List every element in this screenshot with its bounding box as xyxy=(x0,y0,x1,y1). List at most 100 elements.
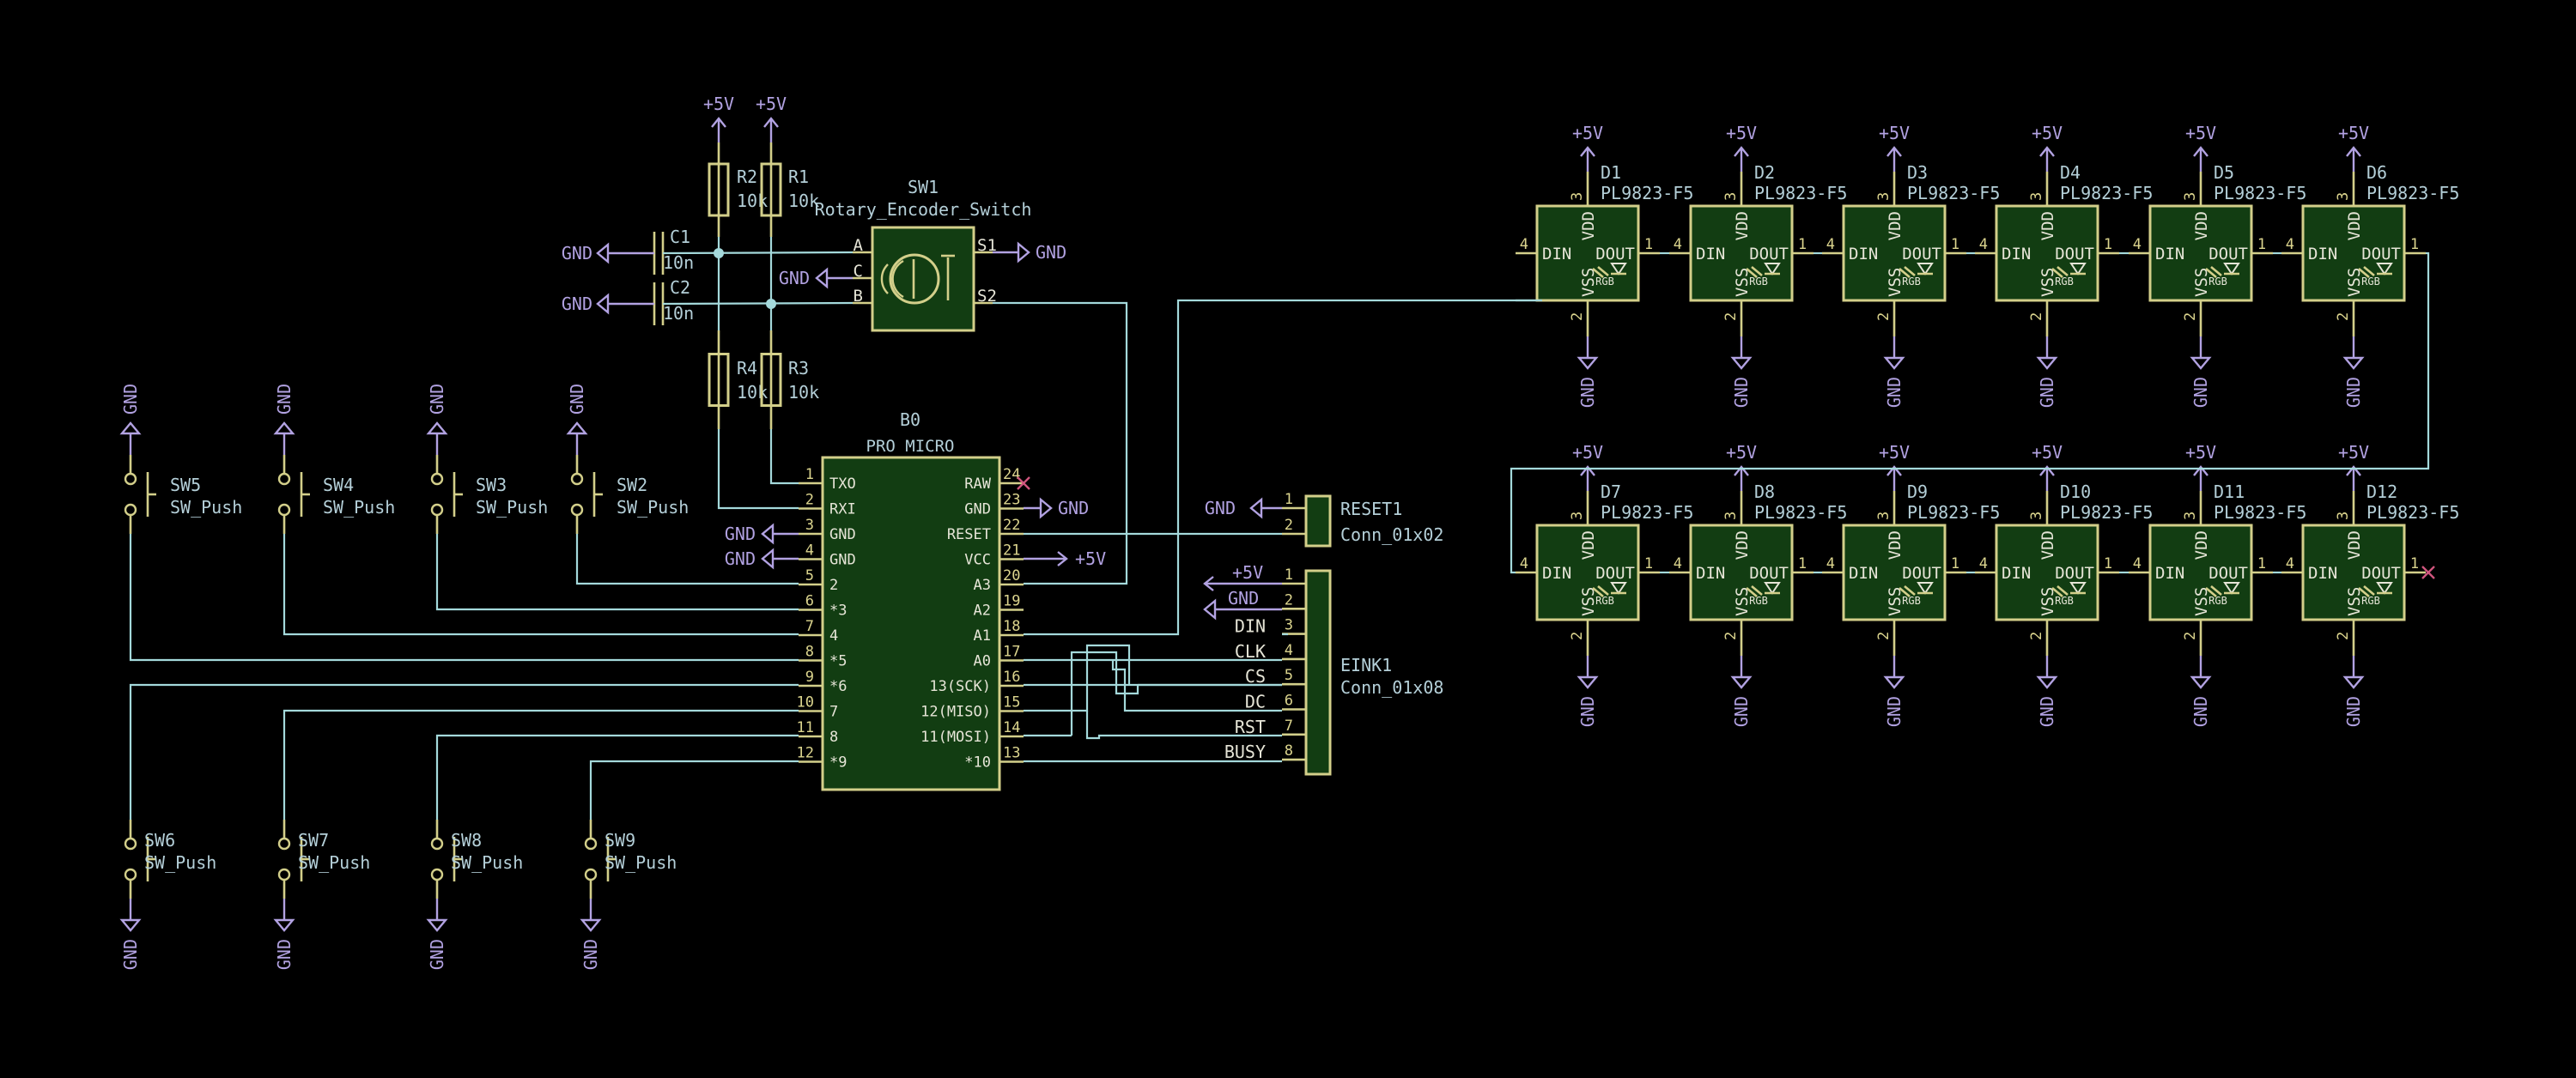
switch-contact xyxy=(124,472,137,486)
wire-sw3 xyxy=(435,534,799,611)
led-vdd-label: VDD xyxy=(1733,530,1752,560)
led-dout-label: DOUT xyxy=(2208,245,2248,263)
led-vdd-label: VDD xyxy=(2192,530,2211,560)
power-5v-label: +5V xyxy=(2032,442,2063,463)
ground-symbol: GND xyxy=(119,384,142,455)
eink-connector-body xyxy=(1304,569,1332,776)
led-vdd-label: VDD xyxy=(1579,530,1598,560)
mcu-left-pin-name: GND xyxy=(829,552,856,569)
eink-pin-number: 3 xyxy=(1285,617,1293,634)
led-reference: D11 xyxy=(2214,481,2245,502)
reset-reference: RESET1 xyxy=(1340,499,1402,519)
led-din-label: DIN xyxy=(2308,564,2337,583)
power-5v-label: +5V xyxy=(2032,123,2063,143)
switch-contact xyxy=(277,837,291,851)
power-5v-label: +5V xyxy=(1879,442,1910,463)
ground-triangle xyxy=(1883,356,1905,370)
mcu-right-pin-number: 17 xyxy=(1003,644,1020,661)
ground-triangle xyxy=(119,918,142,932)
led-dout-label: DOUT xyxy=(2208,564,2248,583)
resistor-value: 10k xyxy=(737,191,768,211)
mcu-right-pin-number: 22 xyxy=(1003,517,1020,534)
led-din-number: 4 xyxy=(1826,236,1835,253)
switch-value: SW_Push xyxy=(170,497,242,518)
led-reference: D2 xyxy=(1754,162,1775,183)
mcu-left-pin-number: 4 xyxy=(805,542,814,560)
resistor-r4: R410k xyxy=(708,330,768,429)
led-d7: DIN DOUTVDDVSS4 132RGBD7PL9823-F5 xyxy=(1516,481,1693,656)
led-din-number: 4 xyxy=(1674,555,1682,572)
pro-micro-b0: B0PRO MICRO1TXO24RAW2RXI23GND3GND22RESET… xyxy=(797,409,1024,791)
power-5v-label: +5V xyxy=(1726,442,1757,463)
ground-label: GND xyxy=(562,243,592,263)
led-vdd-number: 3 xyxy=(2182,192,2199,201)
led-rgb-label: RGB xyxy=(1902,276,1921,288)
led-dout-number: 1 xyxy=(1644,555,1653,572)
encoder-pin-c-label: C xyxy=(854,262,863,281)
push-switch-sw3 xyxy=(430,455,463,534)
led-din-number: 4 xyxy=(1520,236,1528,253)
led-vss-number: 2 xyxy=(1875,632,1893,640)
led-vdd-label: VDD xyxy=(1886,211,1905,240)
push-switch-sw4 xyxy=(277,455,310,534)
power-5v-label: +5V xyxy=(1726,123,1757,143)
led-din-label: DIN xyxy=(2155,564,2184,583)
capacitor-reference: C2 xyxy=(670,277,690,298)
power-5v-symbol: +5V xyxy=(1726,442,1757,491)
led-vss-number: 2 xyxy=(2028,632,2045,640)
mcu-left-pin-name: *3 xyxy=(829,603,847,620)
mcu-right-pin-number: 23 xyxy=(1003,492,1020,509)
ground-symbol: GND xyxy=(1577,336,1599,408)
ground-symbol: GND xyxy=(1730,656,1753,727)
resistor-value: 10k xyxy=(788,191,819,211)
led-din-number: 4 xyxy=(1674,236,1682,253)
led-rgb-label: RGB xyxy=(1595,276,1614,288)
wire-rxi xyxy=(717,429,799,510)
resistor-r2: R210k xyxy=(708,142,768,237)
led-din-label: DIN xyxy=(2002,564,2031,583)
resistor-reference: R1 xyxy=(788,167,809,187)
power-5v-label: +5V xyxy=(1879,123,1910,143)
encoder-reference: SW1 xyxy=(908,177,939,197)
led-dout-number: 1 xyxy=(1951,555,1959,572)
wire-sw6 xyxy=(129,683,799,820)
led-value: PL9823-F5 xyxy=(1601,502,1693,523)
ground-triangle xyxy=(2036,675,2058,689)
ground-label: GND xyxy=(274,939,295,970)
ground-label: GND xyxy=(2037,696,2057,727)
ground-label: GND xyxy=(2037,377,2057,408)
ground-symbol: GND xyxy=(725,523,799,545)
capacitor-c2: C210n xyxy=(653,277,694,325)
led-dout-number: 1 xyxy=(1798,555,1807,572)
led-d10: DIN DOUTVDDVSS4 132RGBD10PL9823-F5 xyxy=(1975,481,2153,656)
led-din-label: DIN xyxy=(1849,245,1878,263)
power-5v-label: +5V xyxy=(2338,442,2369,463)
power-5v-symbol: +5V xyxy=(1203,562,1282,591)
ground-symbol: GND xyxy=(1730,336,1753,408)
ground-triangle xyxy=(580,918,602,932)
ground-symbol: GND xyxy=(119,899,142,970)
led-rgb-label: RGB xyxy=(2055,276,2074,288)
led-reference: D4 xyxy=(2060,162,2081,183)
reset-connector: 1 2 RESET1 Conn_01x02 xyxy=(1282,491,1443,548)
led-reference: D6 xyxy=(2366,162,2387,183)
resistor-value: 10k xyxy=(737,382,768,403)
ground-symbol: GND xyxy=(426,384,448,455)
power-5v-symbol: +5V xyxy=(756,94,787,142)
eink-pin-number: 7 xyxy=(1285,718,1293,735)
ground-triangle xyxy=(1730,675,1753,689)
led-d11: DIN DOUTVDDVSS4 132RGBD11PL9823-F5 xyxy=(2129,481,2306,656)
ground-symbol: GND xyxy=(2036,656,2058,727)
led-d4: DIN DOUTVDDVSS4 132RGBD4PL9823-F5 xyxy=(1975,162,2153,336)
switch-contact xyxy=(430,503,444,517)
led-din-number: 4 xyxy=(1826,555,1835,572)
power-5v-label: +5V xyxy=(703,94,734,114)
power-5v-symbol: +5V xyxy=(703,94,734,142)
power-5v-symbol: +5V xyxy=(1726,123,1757,172)
mcu-left-pin-name: GND xyxy=(829,526,856,543)
mcu-right-pin-name: A1 xyxy=(974,627,991,645)
mcu-left-pin-number: 8 xyxy=(805,644,814,661)
wire-sw2 xyxy=(575,534,799,585)
mcu-left-pin-number: 5 xyxy=(805,567,814,584)
led-rgb-label: RGB xyxy=(2208,595,2227,607)
